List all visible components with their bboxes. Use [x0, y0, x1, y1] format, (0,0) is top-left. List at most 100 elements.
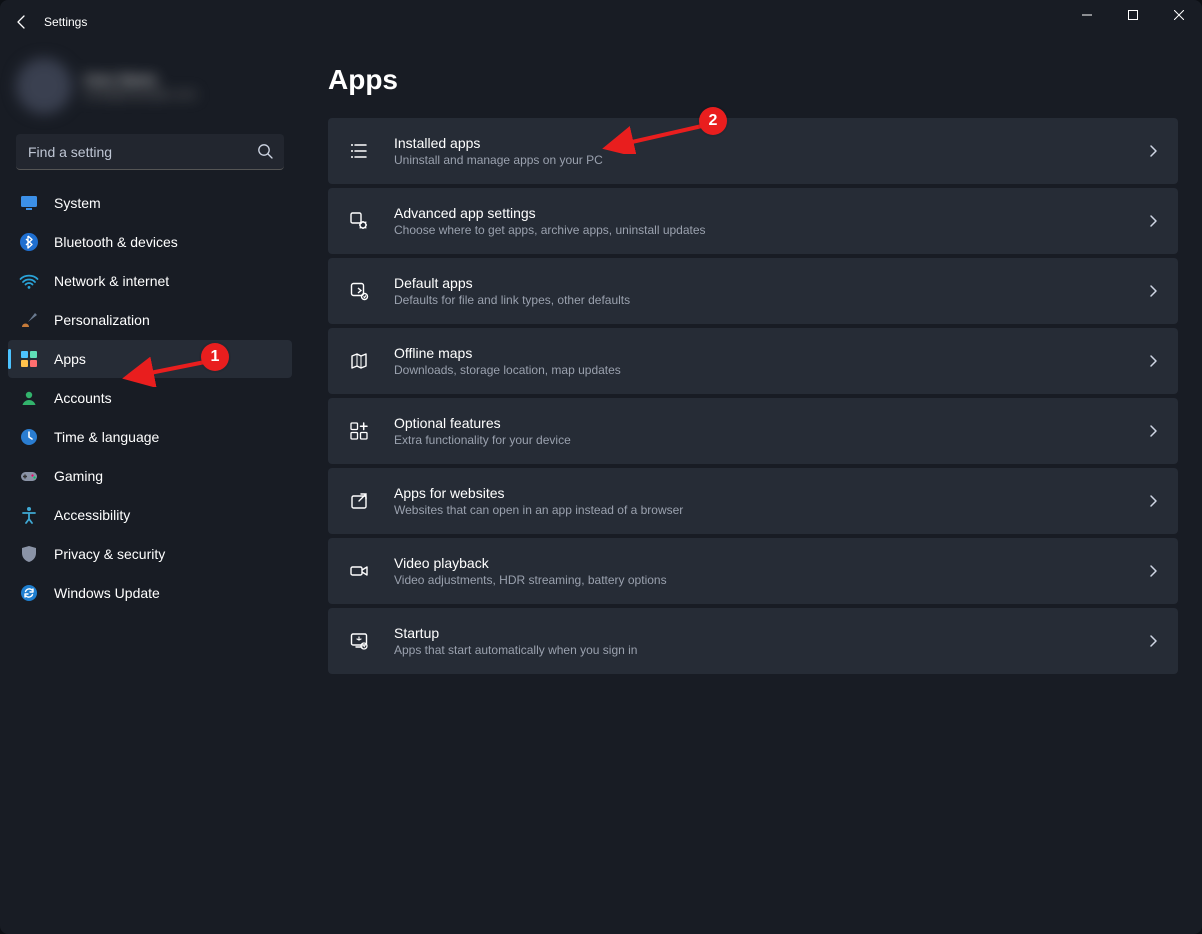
- settings-card-installed[interactable]: Installed apps Uninstall and manage apps …: [328, 118, 1178, 184]
- defaultapp-icon: [346, 278, 372, 304]
- settings-card-advanced[interactable]: Advanced app settings Choose where to get…: [328, 188, 1178, 254]
- sync-icon: [18, 582, 40, 604]
- back-button[interactable]: [0, 0, 44, 44]
- startup-icon: [346, 628, 372, 654]
- shield-icon: [18, 543, 40, 565]
- settings-card-websites[interactable]: Apps for websites Websites that can open …: [328, 468, 1178, 534]
- card-subtitle: Uninstall and manage apps on your PC: [394, 153, 1146, 167]
- card-subtitle: Extra functionality for your device: [394, 433, 1146, 447]
- page-title: Apps: [328, 64, 1178, 96]
- accessibility-icon: [18, 504, 40, 526]
- sidebar-item-label: Windows Update: [54, 585, 160, 601]
- sidebar-item-label: Apps: [54, 351, 86, 367]
- chevron-right-icon: [1146, 214, 1160, 228]
- avatar: [16, 58, 72, 114]
- settings-window: { "title": "Settings", "profile": {"name…: [0, 0, 1202, 934]
- search-input[interactable]: [16, 134, 284, 170]
- settings-card-optional[interactable]: Optional features Extra functionality for…: [328, 398, 1178, 464]
- clock-icon: [18, 426, 40, 448]
- sidebar-item-network[interactable]: Network & internet: [8, 262, 292, 300]
- card-subtitle: Websites that can open in an app instead…: [394, 503, 1146, 517]
- sidebar: User Name email@example.com System Blueto…: [0, 44, 300, 934]
- monitor-icon: [18, 192, 40, 214]
- annotation-bubble-2: 2: [699, 107, 727, 135]
- chevron-right-icon: [1146, 494, 1160, 508]
- chevron-right-icon: [1146, 424, 1160, 438]
- close-button[interactable]: [1156, 0, 1202, 30]
- card-subtitle: Apps that start automatically when you s…: [394, 643, 1146, 657]
- profile-name: User Name: [84, 71, 196, 87]
- sidebar-item-label: Network & internet: [54, 273, 169, 289]
- settings-card-startup[interactable]: Startup Apps that start automatically whe…: [328, 608, 1178, 674]
- apps-icon: [18, 348, 40, 370]
- card-title: Offline maps: [394, 345, 1146, 361]
- card-subtitle: Downloads, storage location, map updates: [394, 363, 1146, 377]
- sidebar-item-label: Privacy & security: [54, 546, 165, 562]
- card-subtitle: Choose where to get apps, archive apps, …: [394, 223, 1146, 237]
- appgear-icon: [346, 208, 372, 234]
- annotation-bubble-1: 1: [201, 343, 229, 371]
- sidebar-item-label: System: [54, 195, 101, 211]
- sidebar-item-privacy[interactable]: Privacy & security: [8, 535, 292, 573]
- sidebar-item-accessibility[interactable]: Accessibility: [8, 496, 292, 534]
- card-subtitle: Defaults for file and link types, other …: [394, 293, 1146, 307]
- brush-icon: [18, 309, 40, 331]
- list-icon: [346, 138, 372, 164]
- settings-card-maps[interactable]: Offline maps Downloads, storage location,…: [328, 328, 1178, 394]
- chevron-right-icon: [1146, 284, 1160, 298]
- map-icon: [346, 348, 372, 374]
- annotation-arrow-1: [120, 357, 210, 387]
- sidebar-item-label: Accessibility: [54, 507, 130, 523]
- sidebar-item-time[interactable]: Time & language: [8, 418, 292, 456]
- close-icon: [1174, 10, 1184, 20]
- maximize-icon: [1128, 10, 1138, 20]
- sidebar-item-personalization[interactable]: Personalization: [8, 301, 292, 339]
- addsquare-icon: [346, 418, 372, 444]
- nav-list: System Bluetooth & devices Network & inter…: [0, 184, 300, 612]
- sidebar-item-label: Gaming: [54, 468, 103, 484]
- maximize-button[interactable]: [1110, 0, 1156, 30]
- main-content: Apps Installed apps Uninstall and manage …: [300, 44, 1202, 934]
- profile-block[interactable]: User Name email@example.com: [16, 54, 284, 118]
- card-title: Apps for websites: [394, 485, 1146, 501]
- wifi-icon: [18, 270, 40, 292]
- gamepad-icon: [18, 465, 40, 487]
- sidebar-item-label: Time & language: [54, 429, 159, 445]
- card-title: Installed apps: [394, 135, 1146, 151]
- minimize-icon: [1082, 10, 1092, 20]
- sidebar-item-bluetooth[interactable]: Bluetooth & devices: [8, 223, 292, 261]
- profile-email: email@example.com: [84, 87, 196, 101]
- settings-card-default[interactable]: Default apps Defaults for file and link t…: [328, 258, 1178, 324]
- chevron-right-icon: [1146, 634, 1160, 648]
- window-title: Settings: [44, 15, 87, 29]
- sidebar-item-label: Personalization: [54, 312, 150, 328]
- sidebar-item-update[interactable]: Windows Update: [8, 574, 292, 612]
- card-list: Installed apps Uninstall and manage apps …: [328, 118, 1178, 674]
- search-icon: [256, 142, 274, 160]
- chevron-right-icon: [1146, 354, 1160, 368]
- card-subtitle: Video adjustments, HDR streaming, batter…: [394, 573, 1146, 587]
- settings-card-video[interactable]: Video playback Video adjustments, HDR str…: [328, 538, 1178, 604]
- annotation-arrow-2: [600, 122, 710, 154]
- video-icon: [346, 558, 372, 584]
- window-controls: [1064, 0, 1202, 30]
- card-title: Optional features: [394, 415, 1146, 431]
- chevron-right-icon: [1146, 564, 1160, 578]
- card-title: Default apps: [394, 275, 1146, 291]
- sidebar-item-system[interactable]: System: [8, 184, 292, 222]
- back-arrow-icon: [14, 14, 30, 30]
- title-bar: Settings: [0, 0, 1202, 44]
- body: User Name email@example.com System Blueto…: [0, 44, 1202, 934]
- openext-icon: [346, 488, 372, 514]
- card-title: Startup: [394, 625, 1146, 641]
- person-icon: [18, 387, 40, 409]
- chevron-right-icon: [1146, 144, 1160, 158]
- card-title: Video playback: [394, 555, 1146, 571]
- sidebar-item-label: Bluetooth & devices: [54, 234, 178, 250]
- card-title: Advanced app settings: [394, 205, 1146, 221]
- search-wrap: [16, 134, 284, 170]
- sidebar-item-gaming[interactable]: Gaming: [8, 457, 292, 495]
- minimize-button[interactable]: [1064, 0, 1110, 30]
- bluetooth-icon: [18, 231, 40, 253]
- sidebar-item-label: Accounts: [54, 390, 112, 406]
